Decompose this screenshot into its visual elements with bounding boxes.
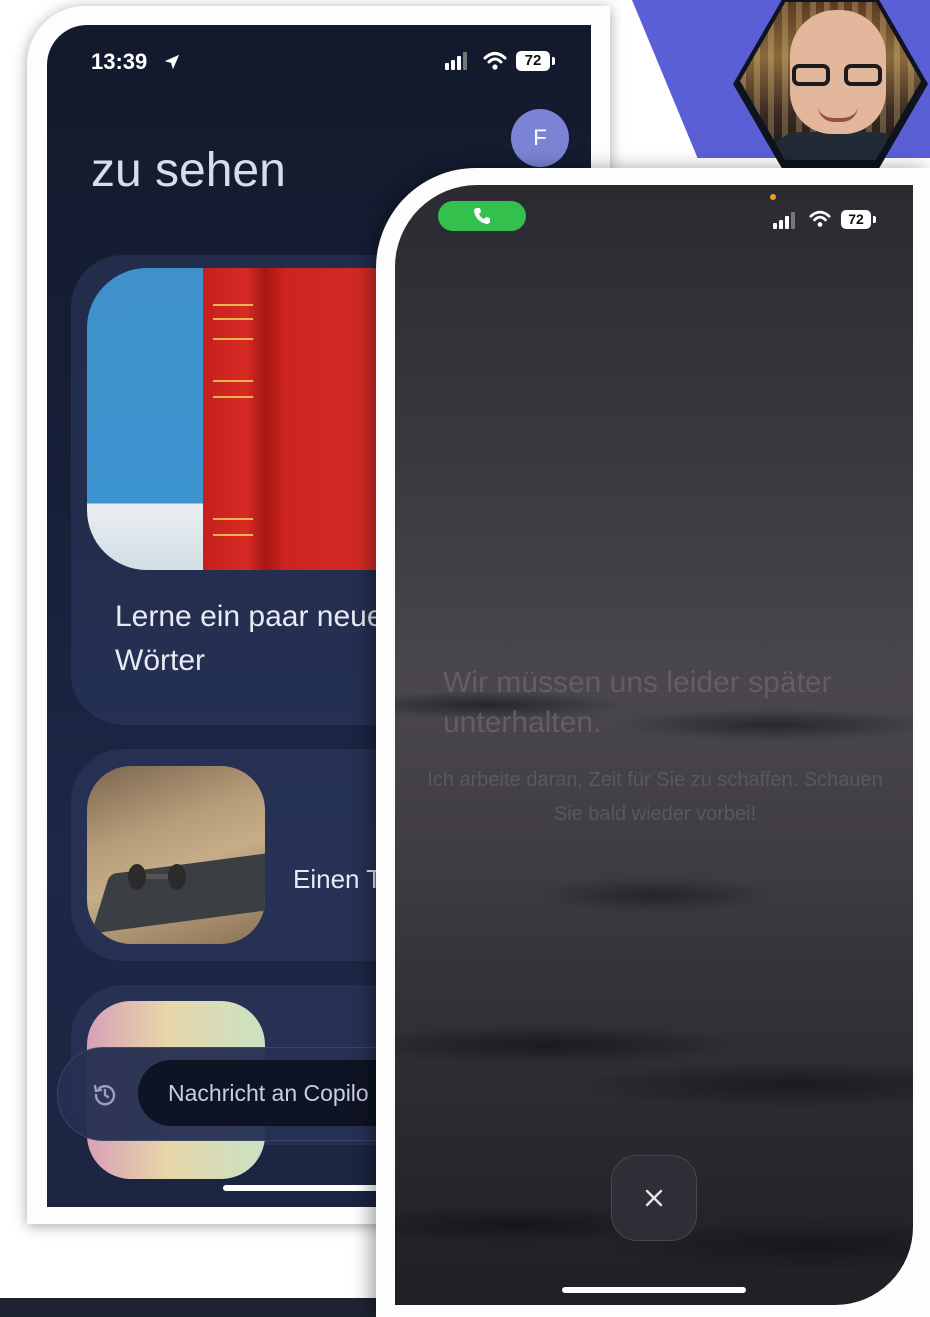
- battery-indicator: 72: [841, 210, 871, 229]
- history-icon[interactable]: [92, 1082, 118, 1108]
- message-placeholder: Nachricht an Copilo: [168, 1080, 369, 1106]
- close-button[interactable]: [611, 1155, 697, 1241]
- microphone-in-use-dot: [770, 194, 776, 200]
- location-arrow-icon: [164, 54, 180, 70]
- signal-icon: [445, 63, 449, 70]
- home-indicator[interactable]: [562, 1287, 746, 1293]
- wifi-icon: [809, 210, 831, 227]
- phone-icon: [474, 208, 490, 224]
- avatar-shirt: [770, 132, 906, 160]
- card-label: Lerne ein paar neue Wörter: [115, 600, 384, 677]
- dumbbell-image: [87, 766, 265, 944]
- battery-indicator: 72: [516, 51, 550, 71]
- active-call-indicator[interactable]: [438, 201, 526, 231]
- avatar-glasses: [792, 64, 884, 86]
- page-heading: zu sehen: [91, 144, 286, 197]
- dumbbell-icon: [128, 864, 186, 890]
- wifi-icon: [483, 52, 507, 70]
- profile-avatar-button[interactable]: F: [511, 109, 569, 167]
- unavailable-title: Wir müssen uns leider später unterhalten…: [443, 666, 832, 739]
- avatar-photo: [740, 2, 921, 160]
- unavailable-subtitle: Ich arbeite daran, Zeit für Sie zu schaf…: [427, 769, 883, 825]
- signal-icon: [773, 223, 777, 229]
- close-icon: [645, 1189, 663, 1207]
- status-time: 13:39: [91, 49, 148, 74]
- status-bar: 13:39 72: [47, 25, 591, 95]
- voice-call-unavailable-screen: 72 Wir müssen uns leider später unterhal…: [395, 185, 913, 1305]
